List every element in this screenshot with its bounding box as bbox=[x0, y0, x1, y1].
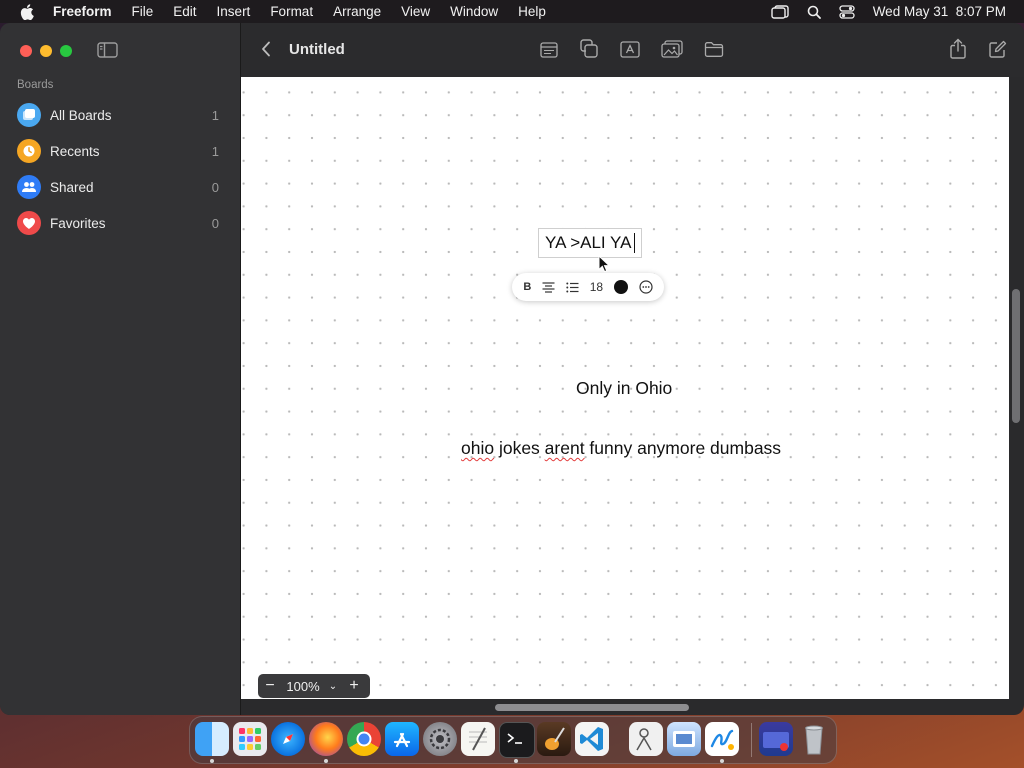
vscode-icon[interactable] bbox=[575, 722, 609, 756]
spotlight-search-icon[interactable] bbox=[807, 5, 821, 19]
horizontal-scrollbar[interactable] bbox=[495, 704, 689, 711]
safari-icon[interactable] bbox=[271, 722, 305, 756]
menu-format[interactable]: Format bbox=[270, 0, 313, 23]
sidebar-item-count: 0 bbox=[211, 179, 219, 195]
menu-window[interactable]: Window bbox=[450, 0, 498, 23]
shapes-icon[interactable] bbox=[579, 39, 599, 58]
share-icon[interactable] bbox=[949, 38, 967, 59]
text-color-button[interactable] bbox=[613, 280, 628, 294]
sidebar-item-label: Shared bbox=[50, 179, 94, 195]
stage-manager-icon[interactable] bbox=[770, 4, 789, 19]
sidebar-toggle-icon[interactable] bbox=[97, 42, 118, 58]
text-box-icon[interactable] bbox=[620, 41, 640, 58]
clock-icon bbox=[17, 139, 41, 163]
sidebar-item-shared[interactable]: Shared 0 bbox=[17, 173, 227, 201]
menu-file[interactable]: File bbox=[132, 0, 154, 23]
sidebar: Boards All Boards 1 Recents 1 Shared 0 F… bbox=[0, 23, 241, 715]
zoom-menu-chevron-icon[interactable]: ⌄ bbox=[324, 681, 342, 692]
chrome-icon[interactable] bbox=[347, 722, 381, 756]
misspelled-word: ohio bbox=[461, 438, 495, 458]
zoom-window-button[interactable] bbox=[60, 45, 72, 57]
textedit-icon[interactable] bbox=[461, 722, 495, 756]
text-format-bar: B 18 bbox=[512, 273, 664, 301]
minimize-window-button[interactable] bbox=[40, 45, 52, 57]
freeform-window: Boards All Boards 1 Recents 1 Shared 0 F… bbox=[0, 23, 1024, 715]
window-controls bbox=[20, 45, 72, 57]
canvas-text-ohio-line[interactable]: ohio jokes arent funny anymore dumbass bbox=[461, 438, 781, 459]
menu-app-name[interactable]: Freeform bbox=[53, 0, 112, 23]
launchpad-icon[interactable] bbox=[233, 722, 267, 756]
menu-bar: Freeform File Edit Insert Format Arrange… bbox=[0, 0, 1024, 23]
close-window-button[interactable] bbox=[20, 45, 32, 57]
boards-icon bbox=[17, 103, 41, 127]
people-icon bbox=[17, 175, 41, 199]
menu-insert[interactable]: Insert bbox=[217, 0, 251, 23]
freeform-icon[interactable] bbox=[705, 722, 739, 756]
app-store-icon[interactable] bbox=[385, 722, 419, 756]
running-indicator bbox=[720, 759, 724, 763]
font-size-button[interactable]: 18 bbox=[590, 280, 603, 294]
sticky-note-icon[interactable] bbox=[540, 42, 558, 58]
system-settings-icon[interactable] bbox=[423, 722, 457, 756]
bullet-list-icon[interactable] bbox=[566, 282, 579, 293]
menu-arrange[interactable]: Arrange bbox=[333, 0, 381, 23]
menu-edit[interactable]: Edit bbox=[173, 0, 196, 23]
heart-icon bbox=[17, 211, 41, 235]
garageband-icon[interactable] bbox=[537, 722, 571, 756]
mouse-pointer-icon bbox=[598, 255, 610, 273]
sidebar-item-favorites[interactable]: Favorites 0 bbox=[17, 209, 227, 237]
editing-text: YA >ALI YA bbox=[545, 233, 632, 252]
media-icon[interactable] bbox=[661, 40, 683, 58]
photos-icon[interactable] bbox=[667, 722, 701, 756]
boards-heading: Boards bbox=[17, 79, 54, 91]
compose-icon[interactable] bbox=[988, 40, 1007, 59]
downloads-icon[interactable] bbox=[759, 722, 793, 756]
text-segment: jokes bbox=[494, 438, 545, 458]
menu-help[interactable]: Help bbox=[518, 0, 546, 23]
sidebar-item-count: 1 bbox=[211, 107, 219, 123]
text-caret bbox=[634, 233, 636, 253]
preview-icon[interactable] bbox=[629, 722, 663, 756]
running-indicator bbox=[324, 759, 328, 763]
sidebar-item-label: Recents bbox=[50, 143, 100, 159]
canvas-text-ohio-title[interactable]: Only in Ohio bbox=[576, 378, 672, 399]
align-center-icon[interactable] bbox=[542, 281, 555, 293]
control-center-icon[interactable] bbox=[839, 4, 855, 19]
menu-view[interactable]: View bbox=[401, 0, 430, 23]
dock-separator bbox=[751, 723, 752, 757]
bold-button[interactable]: B bbox=[523, 281, 531, 293]
files-icon[interactable] bbox=[704, 41, 724, 57]
zoom-out-button[interactable]: − bbox=[258, 677, 282, 695]
sidebar-item-count: 0 bbox=[211, 215, 219, 231]
editing-text-box[interactable]: YA >ALI YA bbox=[538, 228, 643, 258]
board-toolbar: Untitled bbox=[241, 23, 1024, 77]
finder-icon[interactable] bbox=[195, 722, 229, 756]
misspelled-word: arent bbox=[544, 438, 585, 458]
back-chevron-icon[interactable] bbox=[261, 41, 271, 57]
apple-menu-icon[interactable] bbox=[20, 3, 34, 20]
trash-icon[interactable] bbox=[797, 722, 831, 756]
sidebar-item-label: Favorites bbox=[50, 215, 106, 231]
dock bbox=[189, 716, 837, 764]
sidebar-item-recents[interactable]: Recents 1 bbox=[17, 137, 227, 165]
sidebar-item-count: 1 bbox=[211, 143, 219, 159]
sidebar-item-label: All Boards bbox=[50, 107, 112, 123]
firefox-icon[interactable] bbox=[309, 722, 343, 756]
zoom-in-button[interactable]: + bbox=[342, 677, 366, 695]
sidebar-item-all-boards[interactable]: All Boards 1 bbox=[17, 101, 227, 129]
terminal-icon[interactable] bbox=[499, 722, 535, 758]
board-title[interactable]: Untitled bbox=[289, 41, 345, 58]
vertical-scrollbar[interactable] bbox=[1012, 289, 1020, 423]
running-indicator bbox=[210, 759, 214, 763]
zoom-level[interactable]: 100% bbox=[282, 679, 324, 694]
zoom-control: − 100% ⌄ + bbox=[258, 674, 370, 698]
text-segment: funny anymore dumbass bbox=[584, 438, 782, 458]
menubar-clock[interactable]: Wed May 31 8:07 PM bbox=[873, 4, 1006, 19]
more-options-icon[interactable] bbox=[639, 280, 653, 294]
running-indicator bbox=[514, 759, 518, 763]
